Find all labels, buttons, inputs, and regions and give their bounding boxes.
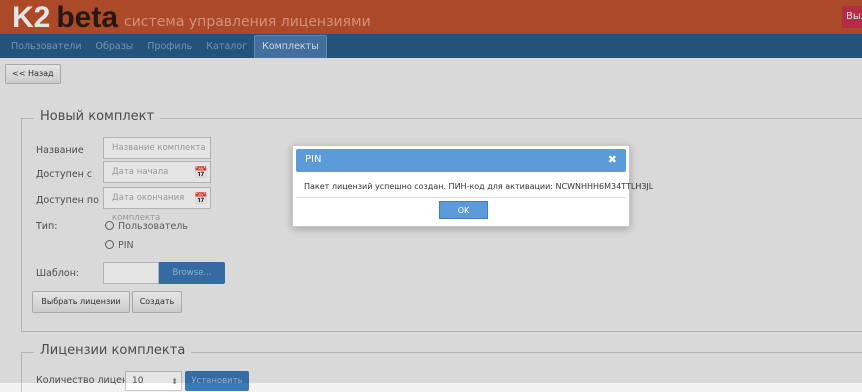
dialog-header: PIN ✖ xyxy=(296,149,626,172)
dialog-message: Пакет лицензий успешно создан. ПИН-код д… xyxy=(304,182,654,191)
ok-button[interactable]: OK xyxy=(439,201,488,219)
close-icon[interactable]: ✖ xyxy=(608,153,617,166)
pin-dialog: PIN ✖ Пакет лицензий успешно создан. ПИН… xyxy=(292,145,653,227)
dialog-title: PIN xyxy=(305,154,322,165)
dialog-footer: OK xyxy=(296,197,626,224)
